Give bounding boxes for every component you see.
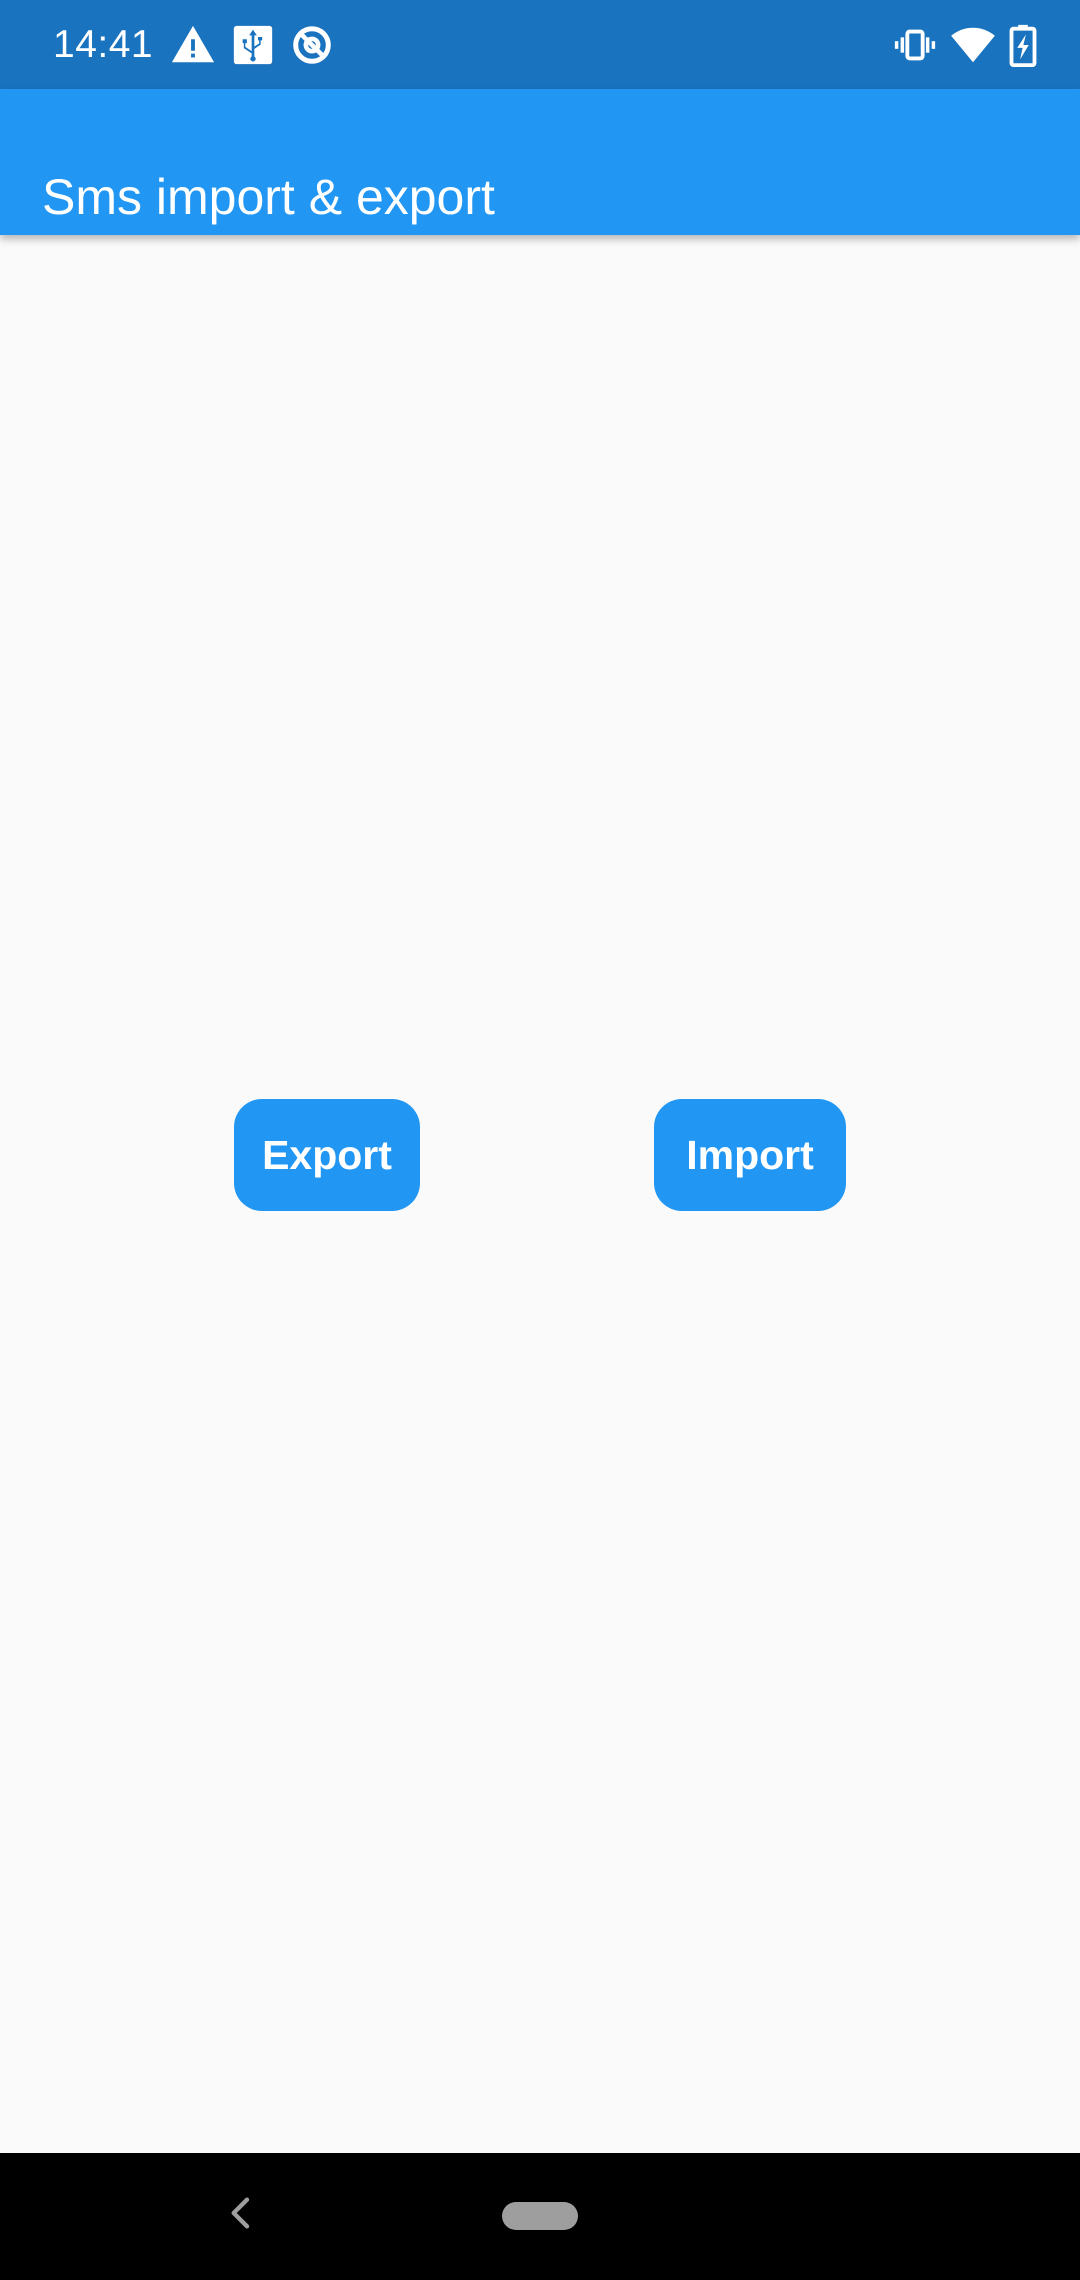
- import-button[interactable]: Import: [654, 1099, 846, 1211]
- app-title: Sms import & export: [42, 168, 495, 225]
- export-button[interactable]: Export: [234, 1099, 420, 1211]
- navigation-bar: [0, 2153, 1080, 2280]
- app-screen: 14:41 Sms import & export Export Import: [0, 0, 1080, 2280]
- app-bar: Sms import & export: [0, 89, 1080, 235]
- warning-icon: [171, 25, 215, 63]
- battery-charging-icon: [1009, 24, 1037, 68]
- back-icon[interactable]: [222, 2193, 262, 2233]
- usb-icon: [233, 25, 273, 65]
- sync-disabled-icon: [293, 26, 331, 64]
- vibrate-icon: [894, 29, 936, 61]
- status-bar: 14:41: [0, 0, 1080, 89]
- status-time: 14:41: [53, 23, 154, 66]
- main-content: Export Import: [0, 235, 1080, 2153]
- wifi-icon: [951, 27, 995, 63]
- home-pill[interactable]: [502, 2202, 578, 2230]
